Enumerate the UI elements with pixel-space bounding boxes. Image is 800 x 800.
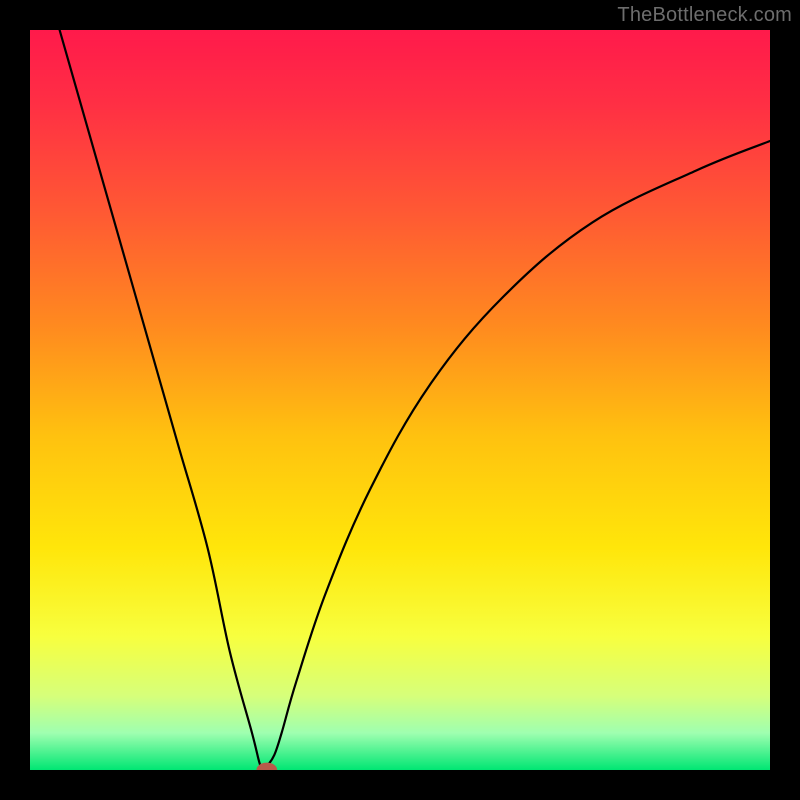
- outer-frame: TheBottleneck.com: [0, 0, 800, 800]
- watermark-text: TheBottleneck.com: [617, 4, 792, 27]
- gradient-background: [30, 30, 770, 770]
- chart-svg: [30, 30, 770, 770]
- plot-area: [30, 30, 770, 770]
